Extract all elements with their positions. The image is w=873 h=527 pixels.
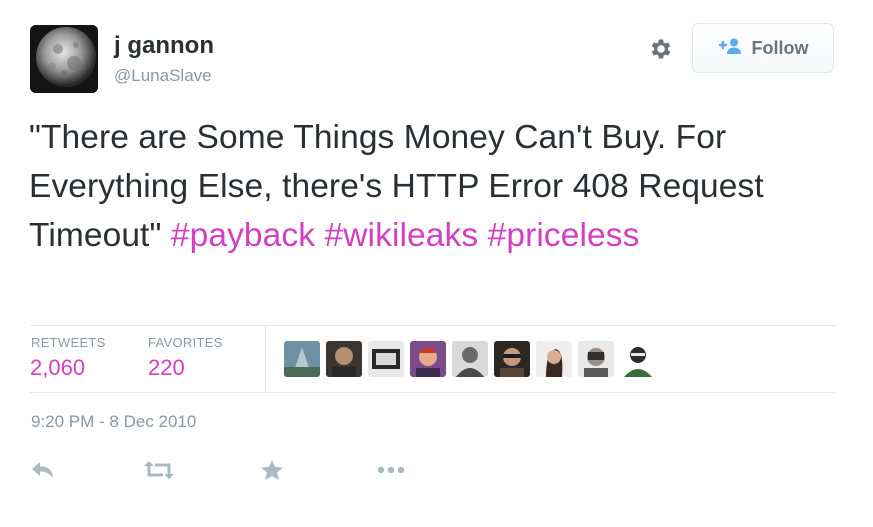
retweeter-avatar[interactable] xyxy=(410,341,446,377)
retweeter-avatar[interactable] xyxy=(578,341,614,377)
user-name[interactable]: j gannon xyxy=(114,32,214,60)
user-handle[interactable]: @LunaSlave xyxy=(114,66,212,86)
tweet-card: j gannon @LunaSlave Follow "There are So… xyxy=(0,0,873,527)
hashtag-link[interactable]: #wikileaks xyxy=(325,217,479,254)
divider xyxy=(30,392,836,393)
retweeter-avatar[interactable] xyxy=(368,341,404,377)
hashtag-link[interactable]: #priceless xyxy=(488,217,640,254)
retweeter-avatar[interactable] xyxy=(452,341,488,377)
star-icon[interactable] xyxy=(256,455,288,485)
retweeter-avatar[interactable] xyxy=(620,341,656,377)
retweeter-avatar[interactable] xyxy=(326,341,362,377)
retweeter-avatar[interactable] xyxy=(494,341,530,377)
hashtag-link[interactable]: #payback xyxy=(171,217,315,254)
favorites-count[interactable]: 220 xyxy=(148,355,185,381)
retweeter-avatar[interactable] xyxy=(284,341,320,377)
avatar[interactable] xyxy=(30,25,98,93)
more-icon[interactable] xyxy=(375,455,407,485)
retweeter-avatars xyxy=(284,341,656,377)
retweet-icon[interactable] xyxy=(143,455,175,485)
reply-icon[interactable] xyxy=(27,455,59,485)
stats-separator xyxy=(265,326,266,392)
gear-icon[interactable] xyxy=(646,34,676,64)
avatar-image xyxy=(30,25,98,93)
retweets-count[interactable]: 2,060 xyxy=(30,355,85,381)
add-user-icon xyxy=(718,37,744,60)
divider xyxy=(30,325,836,326)
timestamp[interactable]: 9:20 PM - 8 Dec 2010 xyxy=(31,412,196,432)
retweeter-avatar[interactable] xyxy=(536,341,572,377)
favorites-label: FAVORITES xyxy=(148,335,223,350)
tweet-text: "There are Some Things Money Can't Buy. … xyxy=(29,113,849,260)
follow-label: Follow xyxy=(751,37,809,58)
follow-button[interactable]: Follow xyxy=(692,23,834,73)
retweets-label: RETWEETS xyxy=(31,335,106,350)
